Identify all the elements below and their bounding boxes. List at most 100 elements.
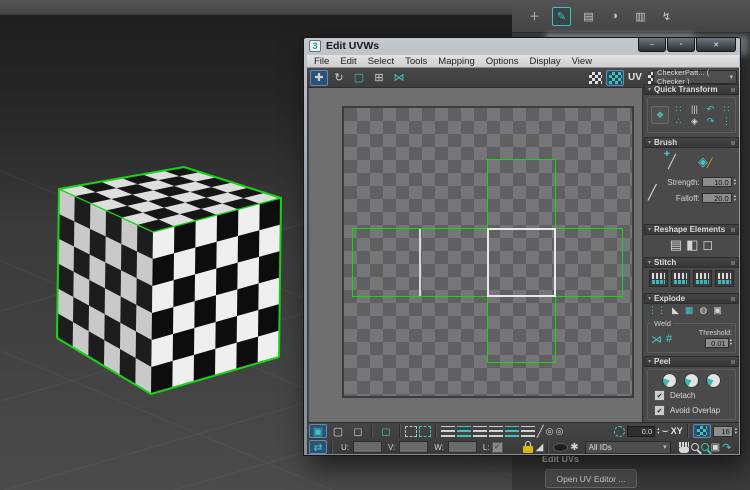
menu-options[interactable]: Options (486, 56, 519, 67)
rotate-cw-icon[interactable]: ↷ (705, 116, 716, 127)
checker-tiling-icon[interactable] (606, 69, 624, 86)
menu-edit[interactable]: Edit (340, 56, 356, 67)
select-loop-icon[interactable] (489, 425, 503, 437)
weld-all-icon[interactable]: # (666, 333, 672, 345)
grid-size-field[interactable]: 16 (712, 425, 733, 437)
material-id-dropdown[interactable]: All IDs ▾ (584, 440, 671, 454)
uv-selected-edge[interactable] (419, 229, 421, 296)
edge-mode-button[interactable]: ▢ (329, 424, 347, 438)
menu-display[interactable]: Display (529, 56, 560, 67)
edit-poly-icon[interactable]: ✎ (552, 6, 571, 26)
explode-header[interactable]: ▾ Explode (644, 293, 739, 304)
select-row-plus-icon[interactable] (457, 425, 471, 437)
explode-edges-icon[interactable]: ◣ (672, 305, 679, 316)
align-vertical-icon[interactable]: ∴ (673, 116, 684, 127)
lock-aspect-checkbox[interactable]: ✔ (491, 441, 503, 453)
v-coordinate-field[interactable] (399, 441, 429, 453)
strength-value-field[interactable]: 10.0 (701, 177, 732, 187)
angle-value-field[interactable]: 0.0 (627, 425, 656, 437)
xy-axis-label[interactable]: XY (671, 426, 683, 436)
quick-transform-header[interactable]: ▾ Quick Transform (644, 84, 739, 95)
align-horizontal-icon[interactable]: ∷ (673, 104, 684, 115)
falloff-spinner[interactable]: ▴ ▾ (734, 193, 736, 202)
avoid-overlap-checkbox[interactable]: ✔ (654, 405, 665, 416)
menu-tools[interactable]: Tools (405, 56, 427, 67)
peel-reset-icon[interactable] (706, 373, 721, 388)
minimize-button[interactable]: – (638, 38, 666, 52)
scene-tools-icon[interactable]: ▤ (580, 8, 597, 25)
maximize-button[interactable]: ▫ (667, 38, 695, 52)
quick-peel-icon[interactable] (662, 373, 677, 388)
stitch-to-average-icon[interactable] (715, 270, 734, 287)
scale-tool-button[interactable]: ▢ (350, 70, 368, 86)
paint-select-icon[interactable]: ╱ (537, 425, 544, 438)
vertex-mode-button[interactable]: ▣ (309, 424, 327, 438)
falloff-value-field[interactable]: 20.0 (701, 193, 732, 203)
peel-header[interactable]: ▾ Peel (644, 356, 739, 367)
explode-faces-icon[interactable]: ▦ (685, 305, 694, 316)
select-loop-plus-icon[interactable] (505, 425, 519, 437)
space-vertical-icon[interactable]: ||| (689, 104, 700, 115)
zoom-region-icon[interactable] (700, 443, 709, 451)
lock-selection-icon[interactable] (522, 441, 534, 453)
soft-falloff-icon[interactable]: ◎ (555, 426, 563, 437)
stitch-custom-icon[interactable] (649, 270, 668, 287)
align-pivot-button[interactable]: ❖ (651, 106, 669, 124)
u-coordinate-field[interactable] (353, 441, 382, 453)
arc-mode-icon[interactable]: ⌣ (661, 425, 668, 438)
texture-map-dropdown[interactable]: CheckerPatt... ( Checker ) ▾ (653, 68, 737, 86)
material-icon[interactable]: ◑ (606, 8, 623, 25)
threshold-value-field[interactable]: 0.01 (704, 338, 729, 348)
reshape-cube2-icon[interactable]: ◻ (702, 237, 713, 253)
reshape-header[interactable]: ▾ Reshape Elements (644, 224, 739, 235)
shrink-selection-icon[interactable] (419, 425, 431, 437)
add-icon[interactable]: ＋ (526, 8, 543, 25)
uv-edit-canvas[interactable] (309, 88, 643, 422)
open-uv-editor-button[interactable]: Open UV Editor ... (545, 469, 637, 488)
menu-mapping[interactable]: Mapping (438, 56, 474, 67)
soft-selection-icon[interactable]: ◎ (546, 426, 554, 437)
threshold-spinner[interactable]: ▴ ▾ (730, 337, 732, 348)
brush-header[interactable]: ▾ Brush (644, 137, 739, 148)
align-center-icon[interactable]: ◈ (689, 116, 700, 127)
show-map-icon[interactable] (586, 70, 604, 86)
explode-material-icon[interactable]: ▣ (713, 305, 722, 316)
menu-select[interactable]: Select (368, 56, 394, 67)
close-button[interactable]: ✕ (696, 38, 736, 52)
freeform-tool-button[interactable]: ⊞ (370, 70, 388, 86)
stitch-header[interactable]: ▾ Stitch (644, 257, 739, 268)
move-tool-button[interactable]: ✚ (310, 69, 328, 86)
grid-size-spinner[interactable]: ▴ ▾ (735, 426, 737, 435)
explode-smoothing-icon[interactable]: ◍ (699, 305, 707, 316)
explode-verts-icon[interactable]: ⋮⋮ (648, 305, 666, 316)
uv-selected-face[interactable] (487, 228, 556, 297)
align-column-icon[interactable]: ⋮ (721, 116, 732, 127)
zoom-extents-icon[interactable]: ▣ (711, 442, 720, 453)
element-mode-button[interactable]: ◻ (377, 424, 395, 438)
stitch-to-source-icon[interactable] (693, 270, 712, 287)
strength-spinner[interactable]: ▴ ▾ (734, 177, 736, 186)
align-row-icon[interactable]: ∷ (721, 104, 732, 115)
titlebar[interactable]: 3 Edit UVWs – ▫ ✕ (304, 38, 740, 55)
weld-selected-icon[interactable]: ⋊ (651, 333, 662, 346)
display-icon[interactable]: ▥ (632, 8, 649, 25)
pan-hand-icon[interactable] (678, 441, 689, 453)
reshape-grid-icon[interactable]: ▤ (670, 237, 682, 253)
select-row-icon[interactable] (441, 425, 455, 437)
menu-view[interactable]: View (572, 56, 592, 67)
angle-spinner[interactable]: ▴ ▾ (657, 426, 659, 435)
angle-snap-icon[interactable] (614, 425, 626, 437)
face-mode-button[interactable]: ◻ (349, 424, 367, 438)
absolute-typein-button[interactable]: ⇄ (309, 440, 327, 454)
hide-selected-icon[interactable] (553, 442, 569, 452)
mirror-tool-button[interactable]: ⋈ (390, 70, 408, 86)
peel-mode-icon[interactable] (684, 373, 699, 388)
grow-selection-icon[interactable] (405, 425, 417, 437)
reshape-cube-icon[interactable]: ◧ (686, 237, 698, 253)
menu-file[interactable]: File (314, 56, 329, 67)
pan-zoom-mode-icon[interactable]: ↷ (722, 441, 731, 454)
grid-snap-button[interactable] (692, 424, 711, 438)
rotate-ccw-icon[interactable]: ↶ (705, 104, 716, 115)
select-ring-icon[interactable] (521, 425, 535, 437)
freeze-selected-icon[interactable]: ✱ (570, 442, 578, 453)
